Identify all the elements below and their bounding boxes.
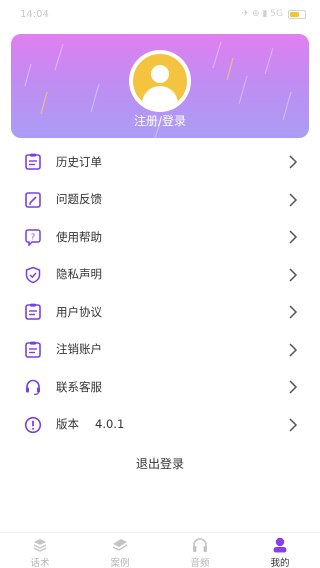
menu-item-feedback[interactable]: 问题反馈 [0, 181, 320, 219]
chevron-right-icon [289, 380, 298, 394]
chevron-right-icon [289, 267, 298, 282]
headphones-icon [193, 538, 207, 552]
tab-mine[interactable]: 我的 [240, 533, 320, 568]
chevron-right-icon [289, 155, 298, 169]
svg-text:?: ? [31, 233, 35, 242]
agreement-icon [25, 303, 41, 320]
menu-item-help[interactable]: ? 使用帮助 [0, 218, 320, 256]
tab-label: 话术 [30, 558, 50, 568]
menu-item-label: 问题反馈 [56, 192, 102, 207]
logout-button[interactable]: 退出登录 [0, 455, 320, 477]
feedback-icon [25, 191, 41, 208]
tab-audio[interactable]: 音频 [160, 533, 240, 568]
tab-script[interactable]: 话术 [0, 533, 80, 568]
profile-icon [273, 537, 287, 553]
tab-label: 案例 [110, 558, 130, 568]
menu-item-order-history[interactable]: 历史订单 [0, 143, 320, 181]
help-icon: ? [25, 229, 41, 246]
status-indicators: ✈ ⊕ ▮ 5G [242, 9, 306, 19]
chevron-right-icon [289, 342, 298, 357]
menu-item-cancel-account[interactable]: 注销账户 [0, 331, 320, 369]
status-indicator-text: ✈ ⊕ ▮ 5G [241, 9, 283, 19]
case-icon [112, 539, 128, 551]
user-avatar-icon [133, 54, 187, 108]
version-number: 4.0.1 [95, 417, 125, 432]
profile-card[interactable]: 注册/登录 [11, 34, 309, 138]
settings-menu: 历史订单 问题反馈 ? 使用帮助 隐私声明 用户协议 注销账户 联系客服 版本 … [0, 143, 320, 443]
chevron-right-icon [289, 192, 298, 207]
menu-item-label: 隐私声明 [56, 267, 102, 282]
menu-item-customer-service[interactable]: 联系客服 [0, 368, 320, 406]
status-bar: 14:04 ✈ ⊕ ▮ 5G [0, 0, 320, 32]
menu-item-label: 用户协议 [56, 304, 102, 319]
menu-item-version[interactable]: 版本 4.0.1 [0, 406, 320, 444]
chevron-right-icon [289, 305, 298, 319]
menu-item-label: 历史订单 [56, 154, 102, 169]
login-register-link[interactable]: 注册/登录 [11, 112, 309, 129]
tab-label: 我的 [270, 558, 290, 568]
tab-case[interactable]: 案例 [80, 533, 160, 568]
menu-item-label: 版本 [56, 417, 79, 432]
cancel-account-icon [25, 341, 41, 358]
battery-icon [288, 9, 306, 19]
chevron-right-icon [289, 230, 298, 244]
status-time: 14:04 [20, 9, 49, 20]
tab-label: 音频 [190, 558, 210, 568]
order-history-icon [25, 153, 41, 170]
menu-item-label: 注销账户 [56, 342, 102, 357]
info-icon [24, 416, 42, 433]
script-icon [33, 539, 47, 552]
menu-item-label: 使用帮助 [56, 229, 102, 244]
chevron-right-icon [289, 417, 298, 432]
menu-item-label: 联系客服 [56, 379, 102, 394]
headset-icon [26, 379, 40, 396]
avatar[interactable] [129, 50, 191, 112]
menu-item-user-agreement[interactable]: 用户协议 [0, 293, 320, 331]
menu-item-privacy[interactable]: 隐私声明 [0, 256, 320, 294]
privacy-shield-icon [25, 266, 41, 283]
bottom-tab-bar: 话术 案例 音频 我的 [0, 532, 320, 568]
